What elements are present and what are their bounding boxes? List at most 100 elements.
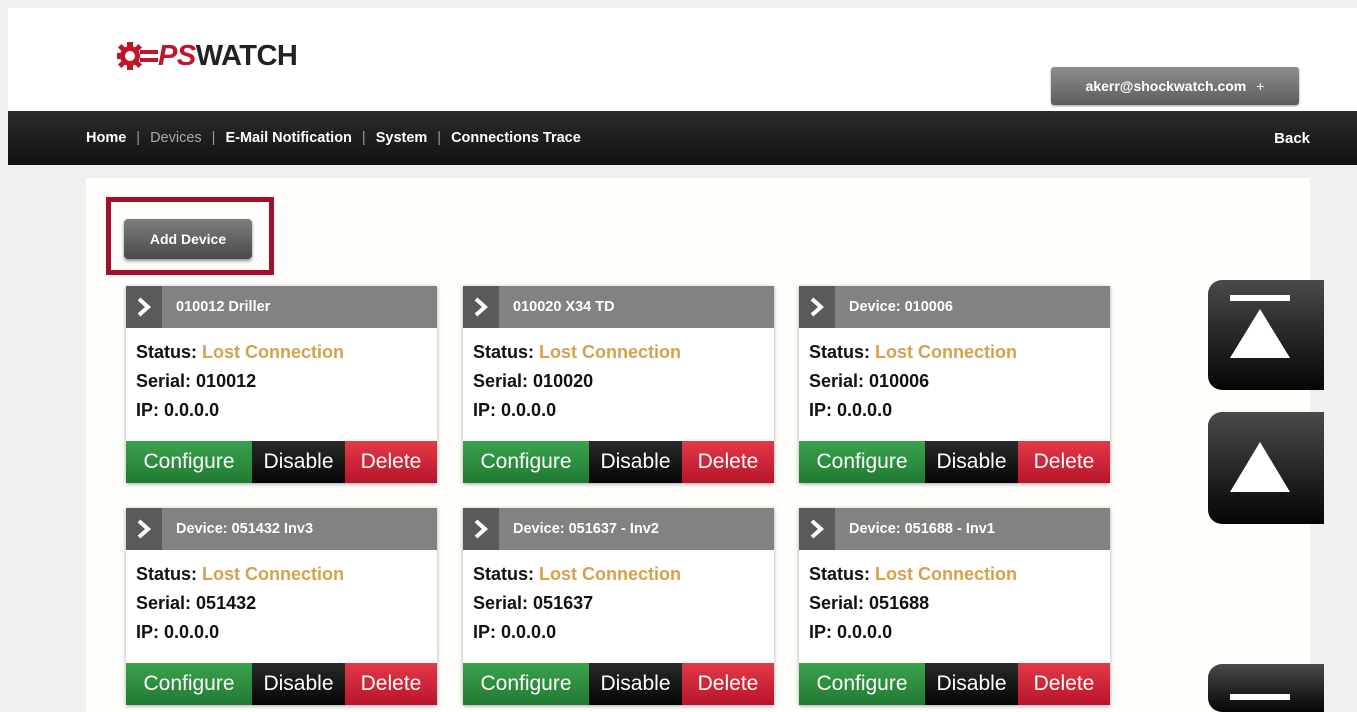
device-serial: Serial: 051432 xyxy=(136,591,437,620)
disable-button[interactable]: Disable xyxy=(589,663,682,705)
status-value: Lost Connection xyxy=(875,564,1018,584)
serial-label: Serial: xyxy=(136,593,192,613)
gear-logo-icon xyxy=(117,42,158,70)
device-status: Status: Lost Connection xyxy=(473,340,774,369)
device-actions: Configure Disable Delete xyxy=(463,663,774,705)
ip-value: 0.0.0.0 xyxy=(164,622,220,642)
device-actions: Configure Disable Delete xyxy=(126,663,437,705)
nav-separator: | xyxy=(136,130,141,146)
disable-button[interactable]: Disable xyxy=(252,663,345,705)
device-card-header[interactable]: 010020 X34 TD xyxy=(463,286,774,328)
configure-button[interactable]: Configure xyxy=(463,441,589,483)
device-title: Device: 010006 xyxy=(849,299,953,315)
add-device-button[interactable]: Add Device xyxy=(124,219,252,259)
nav-separator: | xyxy=(211,130,216,146)
disable-button[interactable]: Disable xyxy=(252,441,345,483)
delete-button[interactable]: Delete xyxy=(682,441,774,483)
status-value: Lost Connection xyxy=(202,342,345,362)
device-title: Device: 051637 - Inv2 xyxy=(513,521,659,537)
nav-system[interactable]: System xyxy=(376,130,428,146)
ip-label: IP: xyxy=(136,622,160,642)
device-card-header[interactable]: Device: 051432 Inv3 xyxy=(126,508,437,550)
device-title: Device: 051432 Inv3 xyxy=(176,521,314,537)
configure-button[interactable]: Configure xyxy=(126,441,252,483)
status-label: Status: xyxy=(809,342,871,362)
serial-value: 051688 xyxy=(869,593,930,613)
device-serial: Serial: 010020 xyxy=(473,369,774,398)
device-title: 010020 X34 TD xyxy=(513,299,615,315)
scroll-to-bottom-icon xyxy=(1230,694,1290,700)
device-status: Status: Lost Connection xyxy=(136,562,437,591)
status-value: Lost Connection xyxy=(539,564,682,584)
ip-label: IP: xyxy=(473,622,497,642)
scroll-to-top-icon xyxy=(1230,295,1290,358)
chevron-right-icon[interactable] xyxy=(799,508,835,550)
ip-value: 0.0.0.0 xyxy=(164,400,220,420)
device-ip: IP: 0.0.0.0 xyxy=(809,620,1110,649)
device-ip: IP: 0.0.0.0 xyxy=(136,620,437,649)
nav-connections-trace[interactable]: Connections Trace xyxy=(451,130,581,146)
device-status: Status: Lost Connection xyxy=(136,340,437,369)
device-serial: Serial: 010012 xyxy=(136,369,437,398)
scroll-top-button[interactable] xyxy=(1208,280,1324,390)
device-ip: IP: 0.0.0.0 xyxy=(136,398,437,427)
device-card: Device: 051637 - Inv2 Status: Lost Conne… xyxy=(463,508,774,705)
serial-value: 051432 xyxy=(196,593,257,613)
device-actions: Configure Disable Delete xyxy=(463,441,774,483)
disable-button[interactable]: Disable xyxy=(589,441,682,483)
device-card-header[interactable]: 010012 Driller xyxy=(126,286,437,328)
device-card: 010012 Driller Status: Lost Connection S… xyxy=(126,286,437,483)
configure-button[interactable]: Configure xyxy=(799,441,925,483)
configure-button[interactable]: Configure xyxy=(463,663,589,705)
device-card-header[interactable]: Device: 010006 xyxy=(799,286,1110,328)
delete-button[interactable]: Delete xyxy=(1018,663,1110,705)
delete-button[interactable]: Delete xyxy=(345,441,437,483)
nav-home[interactable]: Home xyxy=(86,130,126,146)
delete-button[interactable]: Delete xyxy=(682,663,774,705)
ip-value: 0.0.0.0 xyxy=(501,400,557,420)
scroll-bottom-button[interactable] xyxy=(1208,664,1324,712)
ip-value: 0.0.0.0 xyxy=(837,400,893,420)
serial-value: 010006 xyxy=(869,371,930,391)
device-ip: IP: 0.0.0.0 xyxy=(473,398,774,427)
device-title: Device: 051688 - Inv1 xyxy=(849,521,995,537)
back-link[interactable]: Back xyxy=(1274,111,1310,165)
chevron-right-icon[interactable] xyxy=(463,508,499,550)
configure-button[interactable]: Configure xyxy=(799,663,925,705)
device-status: Status: Lost Connection xyxy=(809,340,1110,369)
chevron-right-icon[interactable] xyxy=(126,508,162,550)
nav-separator: | xyxy=(361,130,366,146)
delete-button[interactable]: Delete xyxy=(1018,441,1110,483)
plus-icon: + xyxy=(1256,78,1265,94)
serial-label: Serial: xyxy=(473,593,529,613)
device-serial: Serial: 051637 xyxy=(473,591,774,620)
user-menu-button[interactable]: akerr@shockwatch.com + xyxy=(1051,67,1299,105)
nav-email-notification[interactable]: E-Mail Notification xyxy=(225,130,351,146)
chevron-right-icon[interactable] xyxy=(463,286,499,328)
status-value: Lost Connection xyxy=(875,342,1018,362)
status-label: Status: xyxy=(809,564,871,584)
device-status: Status: Lost Connection xyxy=(809,562,1110,591)
configure-button[interactable]: Configure xyxy=(126,663,252,705)
delete-button[interactable]: Delete xyxy=(345,663,437,705)
serial-label: Serial: xyxy=(809,371,865,391)
device-card-header[interactable]: Device: 051637 - Inv2 xyxy=(463,508,774,550)
device-actions: Configure Disable Delete xyxy=(799,663,1110,705)
device-card-header[interactable]: Device: 051688 - Inv1 xyxy=(799,508,1110,550)
nav-devices[interactable]: Devices xyxy=(150,130,202,146)
ip-label: IP: xyxy=(473,400,497,420)
scroll-up-button[interactable] xyxy=(1208,412,1324,524)
ip-value: 0.0.0.0 xyxy=(501,622,557,642)
chevron-right-icon[interactable] xyxy=(126,286,162,328)
serial-label: Serial: xyxy=(136,371,192,391)
device-ip: IP: 0.0.0.0 xyxy=(809,398,1110,427)
device-card: Device: 051432 Inv3 Status: Lost Connect… xyxy=(126,508,437,705)
opswatch-logo[interactable]: PSWATCH xyxy=(114,36,298,76)
disable-button[interactable]: Disable xyxy=(925,441,1018,483)
status-label: Status: xyxy=(473,564,535,584)
status-label: Status: xyxy=(473,342,535,362)
serial-value: 010012 xyxy=(196,371,257,391)
chevron-right-icon[interactable] xyxy=(799,286,835,328)
device-actions: Configure Disable Delete xyxy=(799,441,1110,483)
disable-button[interactable]: Disable xyxy=(925,663,1018,705)
